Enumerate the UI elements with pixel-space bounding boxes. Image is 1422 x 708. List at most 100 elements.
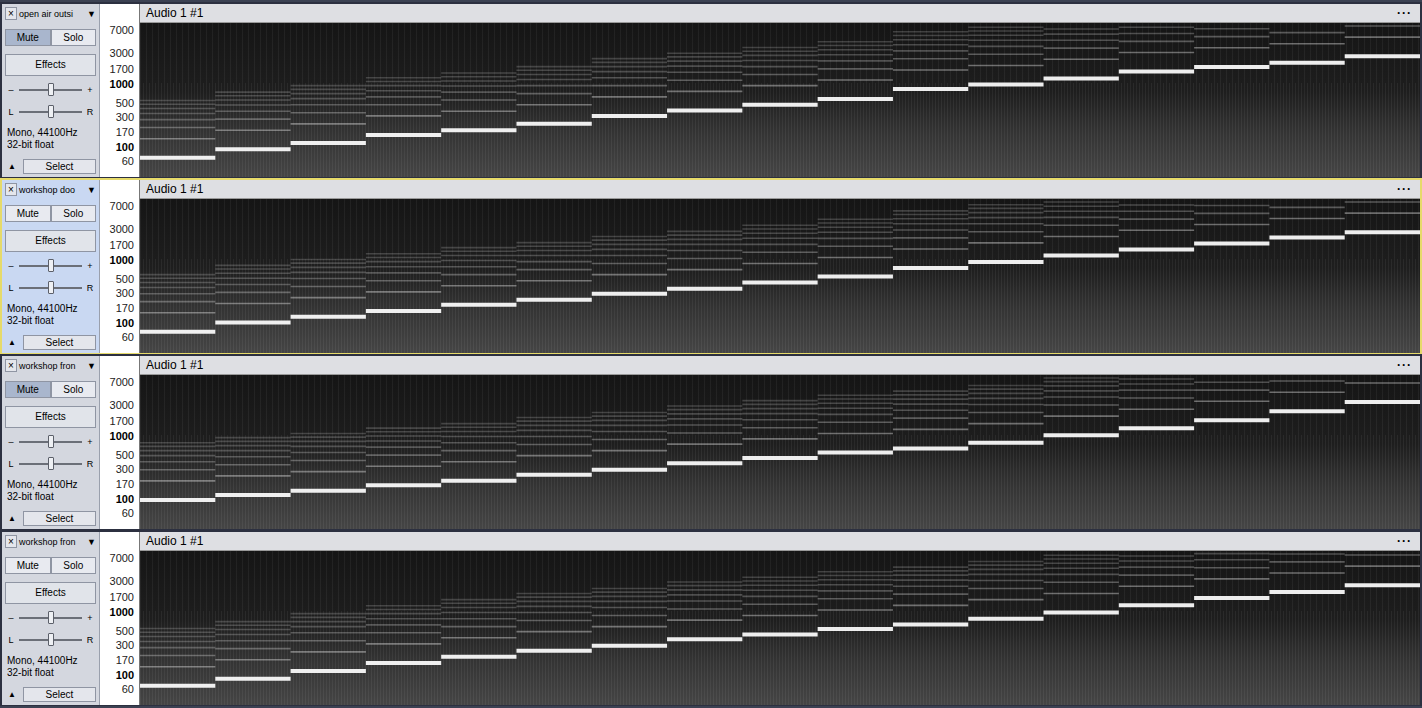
- clip-menu-button[interactable]: ···: [1397, 6, 1412, 20]
- pan-slider[interactable]: [19, 111, 82, 113]
- track[interactable]: ×workshop fron▼MuteSoloEffects–+LRMono, …: [0, 530, 1422, 706]
- note-segment: [366, 428, 441, 485]
- dropdown-icon[interactable]: ▼: [87, 537, 96, 547]
- note-segment: [1194, 554, 1269, 598]
- slider-thumb[interactable]: [48, 457, 54, 470]
- spectrogram[interactable]: [140, 551, 1420, 705]
- solo-button[interactable]: Solo: [51, 381, 97, 398]
- select-button[interactable]: Select: [23, 335, 96, 350]
- pan-slider[interactable]: [19, 287, 82, 289]
- close-button[interactable]: ×: [5, 7, 17, 20]
- close-button[interactable]: ×: [5, 183, 17, 196]
- clip-title: Audio 1 #1: [146, 182, 203, 196]
- solo-button[interactable]: Solo: [51, 205, 97, 222]
- ruler-label: 500: [116, 97, 134, 109]
- slider-thumb[interactable]: [48, 83, 54, 96]
- track[interactable]: ×open air outsi▼MuteSoloEffects–+LRMono,…: [0, 2, 1422, 178]
- solo-button[interactable]: Solo: [51, 29, 97, 46]
- track-name-menu[interactable]: workshop fron: [18, 537, 86, 547]
- slider-thumb[interactable]: [48, 259, 54, 272]
- slider-thumb[interactable]: [48, 281, 54, 294]
- gain-slider[interactable]: [19, 441, 82, 443]
- note-segment: [291, 433, 366, 490]
- gain-slider[interactable]: [19, 89, 82, 91]
- ruler-label: 3000: [110, 47, 134, 59]
- pan-slider-row: LR: [5, 457, 96, 471]
- dropdown-icon[interactable]: ▼: [87, 185, 96, 195]
- info-line: 32-bit float: [7, 491, 96, 503]
- audio-clip[interactable]: Audio 1 #1 ···: [140, 180, 1420, 353]
- spectrogram[interactable]: [140, 199, 1420, 353]
- clip-title: Audio 1 #1: [146, 358, 203, 372]
- note-segment: [667, 582, 742, 639]
- mute-button[interactable]: Mute: [5, 29, 51, 46]
- gain-slider-row: –+: [5, 259, 96, 273]
- note-segment: [516, 67, 591, 124]
- note-segment: [1119, 27, 1194, 71]
- track-info: Mono, 44100Hz32-bit float: [5, 655, 96, 679]
- select-button[interactable]: Select: [23, 687, 96, 702]
- select-button[interactable]: Select: [23, 511, 96, 526]
- pan-slider[interactable]: [19, 639, 82, 641]
- close-button[interactable]: ×: [5, 535, 17, 548]
- effects-button[interactable]: Effects: [5, 582, 96, 604]
- effects-button[interactable]: Effects: [5, 54, 96, 76]
- bottom-row: ▲ Select: [5, 335, 96, 350]
- mute-button[interactable]: Mute: [5, 205, 51, 222]
- track-name-menu[interactable]: workshop fron: [18, 361, 86, 371]
- clip-menu-button[interactable]: ···: [1397, 358, 1412, 372]
- note-segment: [291, 86, 366, 143]
- clip-title-bar[interactable]: Audio 1 #1 ···: [140, 180, 1420, 199]
- note-segment: [592, 412, 667, 469]
- ruler-label: 1700: [110, 63, 134, 75]
- track-name-menu[interactable]: open air outsi: [18, 9, 86, 19]
- close-button[interactable]: ×: [5, 359, 17, 372]
- slider-thumb[interactable]: [48, 435, 54, 448]
- slider-thumb[interactable]: [48, 611, 54, 624]
- track-name-menu[interactable]: workshop doo: [18, 185, 86, 195]
- effects-button[interactable]: Effects: [5, 230, 96, 252]
- clip-menu-button[interactable]: ···: [1397, 534, 1412, 548]
- audio-clip[interactable]: Audio 1 #1···: [140, 532, 1420, 705]
- select-button[interactable]: Select: [23, 159, 96, 174]
- note-segment: [742, 401, 817, 458]
- dropdown-icon[interactable]: ▼: [87, 9, 96, 19]
- audio-clip[interactable]: Audio 1 #1···: [140, 4, 1420, 177]
- mute-button[interactable]: Mute: [5, 557, 51, 574]
- ruler-label: 170: [116, 302, 134, 314]
- clip-title-bar[interactable]: Audio 1 #1···: [140, 532, 1420, 551]
- clip-title-bar[interactable]: Audio 1 #1···: [140, 4, 1420, 23]
- track[interactable]: ×workshop fron▼MuteSoloEffects–+LRMono, …: [0, 354, 1422, 530]
- gain-minus-label: –: [7, 437, 15, 447]
- solo-button[interactable]: Solo: [51, 557, 97, 574]
- collapse-button[interactable]: ▲: [5, 335, 19, 349]
- note-segment: [742, 225, 817, 282]
- collapse-button[interactable]: ▲: [5, 159, 19, 173]
- mute-solo-row: MuteSolo: [5, 29, 96, 46]
- gain-slider[interactable]: [19, 265, 82, 267]
- slider-thumb[interactable]: [48, 105, 54, 118]
- clip-menu-button[interactable]: ···: [1397, 182, 1412, 196]
- gain-slider[interactable]: [19, 617, 82, 619]
- spectrogram[interactable]: [140, 375, 1420, 529]
- frequency-ruler: 700030001700100050030017010060: [100, 532, 140, 705]
- collapse-button[interactable]: ▲: [5, 687, 19, 701]
- slider-thumb[interactable]: [48, 633, 54, 646]
- track-control-panel: ×workshop fron▼MuteSoloEffects–+LRMono, …: [2, 532, 100, 705]
- collapse-button[interactable]: ▲: [5, 511, 19, 525]
- frequency-ruler: 700030001700100050030017010060: [100, 4, 140, 177]
- track-control-panel: ×open air outsi▼MuteSoloEffects–+LRMono,…: [2, 4, 100, 177]
- clip-title-bar[interactable]: Audio 1 #1 ···: [140, 356, 1420, 375]
- note-segment: [893, 211, 968, 268]
- spectrogram[interactable]: [140, 23, 1420, 177]
- dropdown-icon[interactable]: ▼: [87, 361, 96, 371]
- track-info: Mono, 44100Hz32-bit float: [5, 479, 96, 503]
- note-segment: [441, 248, 516, 305]
- ruler-label: 500: [116, 449, 134, 461]
- ruler-label: 300: [116, 639, 134, 651]
- pan-slider[interactable]: [19, 463, 82, 465]
- effects-button[interactable]: Effects: [5, 406, 96, 428]
- audio-clip[interactable]: Audio 1 #1 ···: [140, 356, 1420, 529]
- mute-button[interactable]: Mute: [5, 381, 51, 398]
- track[interactable]: ×workshop doo▼MuteSoloEffects–+LRMono, 4…: [0, 178, 1422, 354]
